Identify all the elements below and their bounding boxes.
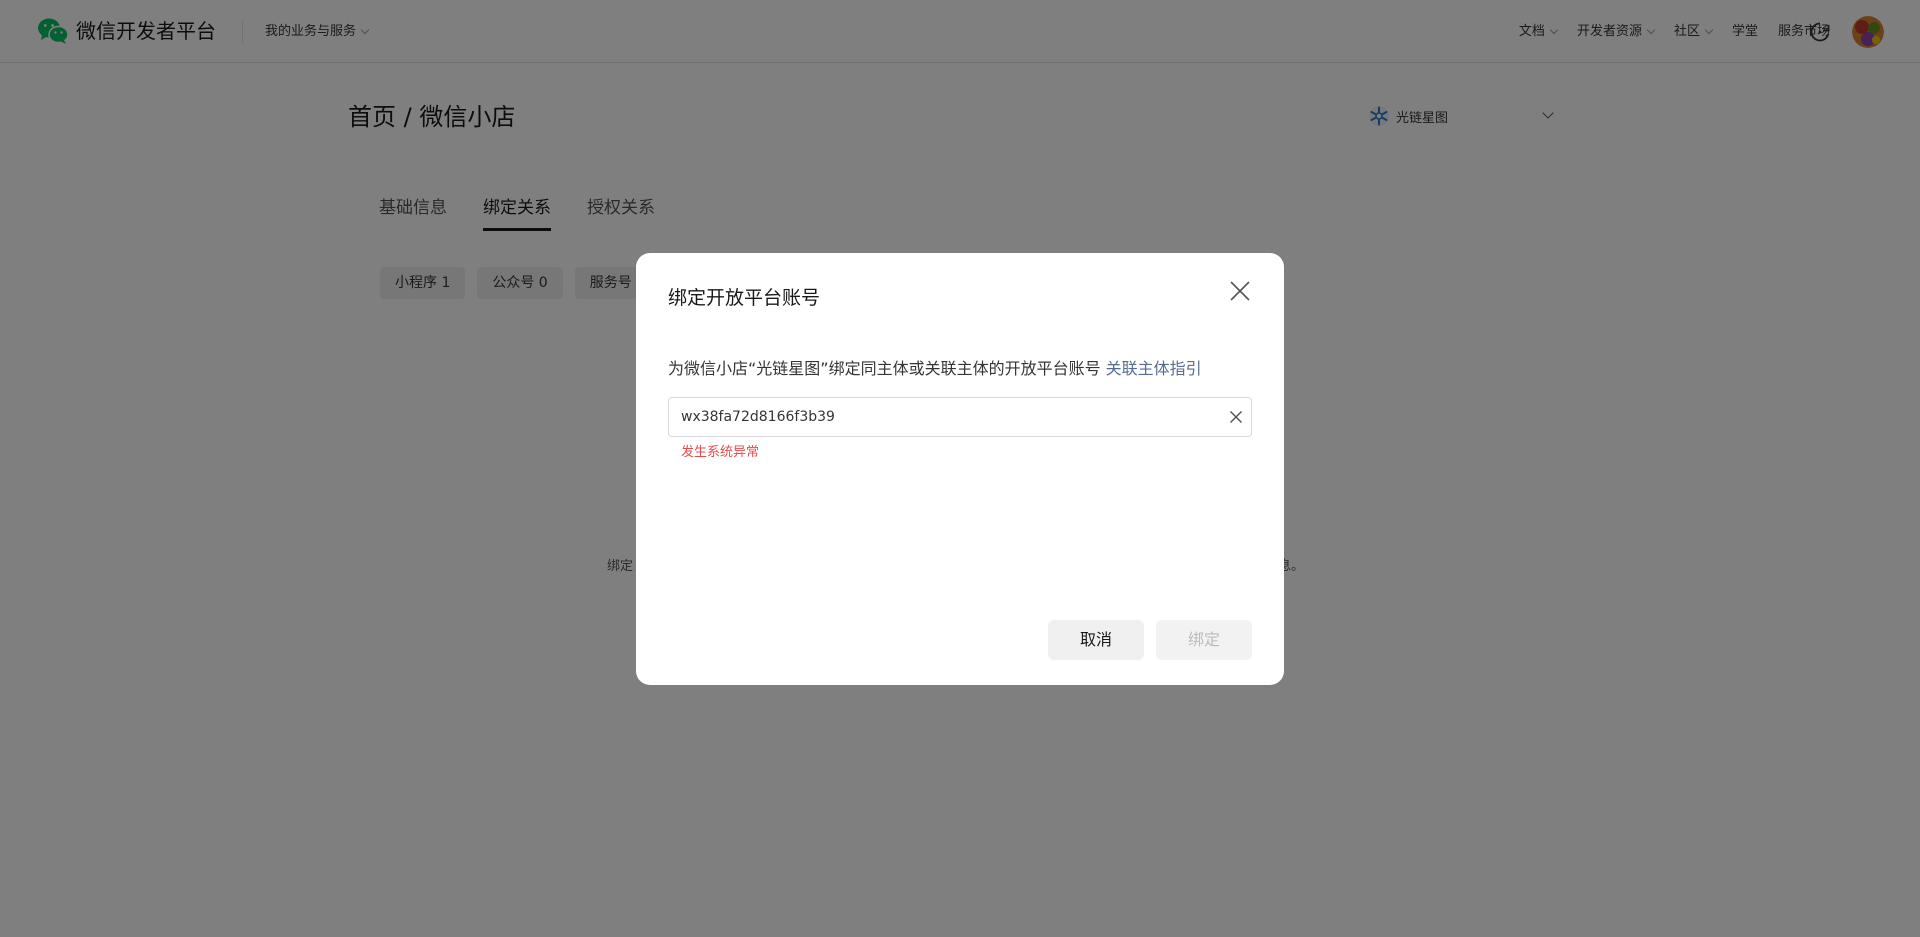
close-icon[interactable] bbox=[1228, 279, 1252, 303]
appid-input[interactable] bbox=[669, 398, 1209, 436]
dialog-title: 绑定开放平台账号 bbox=[668, 287, 821, 309]
dialog-description-text: 为微信小店“光链星图”绑定同主体或关联主体的开放平台账号 bbox=[668, 359, 1106, 378]
related-entity-guide-link[interactable]: 关联主体指引 bbox=[1106, 359, 1202, 378]
bind-button[interactable]: 绑定 bbox=[1156, 620, 1252, 660]
dialog-description: 为微信小店“光链星图”绑定同主体或关联主体的开放平台账号 关联主体指引 bbox=[668, 357, 1202, 381]
bind-open-platform-dialog: 绑定开放平台账号 为微信小店“光链星图”绑定同主体或关联主体的开放平台账号 关联… bbox=[636, 253, 1284, 685]
clear-input-icon[interactable] bbox=[1229, 410, 1243, 424]
appid-input-wrapper bbox=[668, 397, 1252, 437]
cancel-button[interactable]: 取消 bbox=[1048, 620, 1144, 660]
error-message: 发生系统异常 bbox=[681, 445, 760, 460]
